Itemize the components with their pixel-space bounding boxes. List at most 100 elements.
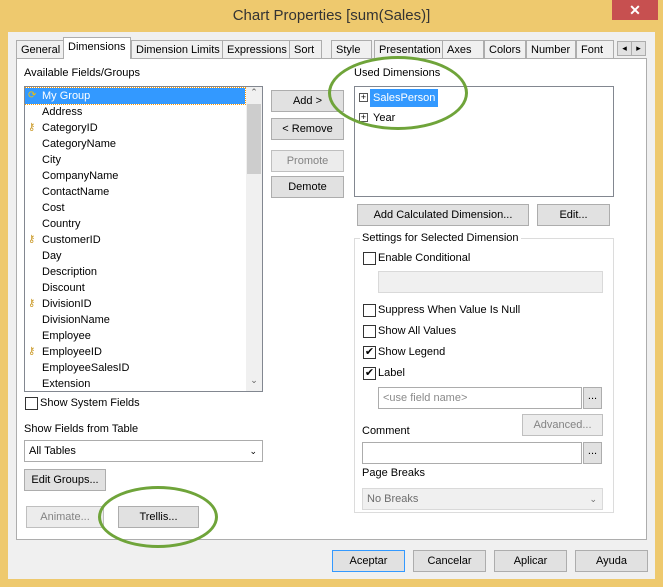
advanced-button[interactable]: Advanced... — [522, 414, 603, 436]
field-item[interactable]: Address — [25, 104, 245, 120]
field-item-label: EmployeeID — [42, 346, 102, 358]
field-item[interactable]: Cost — [25, 200, 245, 216]
scroll-up-icon[interactable]: ⌃ — [246, 87, 262, 103]
demote-button[interactable]: Demote — [271, 176, 344, 198]
tab-font[interactable]: Font — [576, 40, 614, 58]
field-item-label: Cost — [42, 202, 65, 214]
page-breaks-label: Page Breaks — [362, 467, 425, 479]
cancel-button[interactable]: Cancelar — [413, 550, 486, 572]
tab-dimension-limits[interactable]: Dimension Limits — [131, 40, 225, 58]
field-item-label: ContactName — [42, 186, 110, 198]
field-item[interactable]: CategoryName — [25, 136, 245, 152]
field-item[interactable]: ⟳ My Group — [25, 87, 246, 105]
apply-button[interactable]: Aplicar — [494, 550, 567, 572]
field-item[interactable]: ⚷ CustomerID — [25, 232, 245, 248]
scroll-down-icon[interactable]: ⌄ — [246, 375, 262, 391]
help-button[interactable]: Ayuda — [575, 550, 648, 572]
tab-general[interactable]: General — [16, 40, 66, 58]
field-item-label: Employee — [42, 330, 91, 342]
comment-ellipsis-button[interactable]: ... — [583, 442, 602, 464]
comment-label: Comment — [362, 425, 410, 437]
field-item-label: DivisionID — [42, 298, 92, 310]
field-item-label: CompanyName — [42, 170, 119, 182]
show-system-fields-checkbox[interactable] — [25, 397, 38, 410]
tab-scroll-left[interactable]: ◂ — [617, 41, 632, 56]
label-input[interactable]: <use field name> — [378, 387, 582, 409]
enable-conditional-label: Enable Conditional — [378, 252, 471, 264]
tab-sort[interactable]: Sort — [289, 40, 322, 58]
key-icon: ⚷ — [28, 346, 36, 357]
field-item-label: Discount — [42, 282, 85, 294]
available-fields-label: Available Fields/Groups — [24, 67, 140, 79]
enable-conditional-checkbox[interactable] — [363, 252, 376, 265]
comment-input[interactable] — [362, 442, 582, 464]
tab-dimensions[interactable]: Dimensions — [63, 37, 131, 59]
tab-number[interactable]: Number — [526, 40, 576, 58]
field-item[interactable]: DivisionName — [25, 312, 245, 328]
show-all-values-label: Show All Values — [378, 325, 457, 337]
field-item[interactable]: Day — [25, 248, 245, 264]
label-ellipsis-button[interactable]: ... — [583, 387, 602, 409]
show-fields-select[interactable]: All Tables ⌄ — [24, 440, 263, 462]
label-checkbox[interactable]: ✔ — [363, 367, 376, 380]
label-label: Label — [378, 367, 405, 379]
field-item[interactable]: ⚷ DivisionID — [25, 296, 245, 312]
tab-expressions[interactable]: Expressions — [222, 40, 292, 58]
page-breaks-value: No Breaks — [367, 493, 419, 505]
tab-scroll-right[interactable]: ▸ — [631, 41, 646, 56]
field-item-label: City — [42, 154, 61, 166]
available-fields-list[interactable]: ⌃ ⌄ ⟳ My Group Address ⚷ CategoryID CategoryN… — [24, 86, 263, 392]
show-fields-label: Show Fields from Table — [24, 423, 139, 435]
ok-button[interactable]: Aceptar — [332, 550, 405, 572]
show-system-fields-label: Show System Fields — [40, 397, 140, 409]
window-title: Chart Properties [sum(Sales)] — [232, 7, 431, 24]
field-item-label: My Group — [42, 90, 91, 102]
tab-presentation[interactable]: Presentation — [374, 40, 446, 58]
tab-colors[interactable]: Colors — [484, 40, 526, 58]
scrollbar[interactable]: ⌃ ⌄ — [246, 87, 262, 391]
chevron-down-icon: ⌄ — [589, 494, 597, 504]
show-fields-value: All Tables — [29, 445, 76, 457]
field-item[interactable]: City — [25, 152, 245, 168]
field-item-label: Day — [42, 250, 62, 262]
field-item-label: Extension — [42, 378, 91, 390]
field-item[interactable]: ContactName — [25, 184, 245, 200]
conditional-input[interactable] — [378, 271, 603, 293]
key-icon: ⚷ — [28, 122, 36, 133]
tab-style[interactable]: Style — [331, 40, 372, 58]
field-item[interactable]: Extension — [25, 376, 245, 391]
settings-title: Settings for Selected Dimension — [360, 232, 521, 244]
key-icon: ⚷ — [28, 298, 36, 309]
page-breaks-select[interactable]: No Breaks ⌄ — [362, 488, 603, 510]
field-item-label: DivisionName — [42, 314, 110, 326]
animate-button[interactable]: Animate... — [26, 506, 104, 528]
promote-button[interactable]: Promote — [271, 150, 344, 172]
add-calculated-dimension-button[interactable]: Add Calculated Dimension... — [357, 204, 529, 226]
field-item-label: Description — [42, 266, 98, 278]
chevron-down-icon: ⌄ — [249, 446, 257, 456]
field-item-label: Country — [42, 218, 81, 230]
field-item[interactable]: ⚷ CategoryID — [25, 120, 245, 136]
suppress-null-checkbox[interactable] — [363, 304, 376, 317]
remove-button[interactable]: < Remove — [271, 118, 344, 140]
show-all-values-checkbox[interactable] — [363, 325, 376, 338]
field-item[interactable]: Country — [25, 216, 245, 232]
tab-axes[interactable]: Axes — [442, 40, 484, 58]
edit-groups-button[interactable]: Edit Groups... — [24, 469, 106, 491]
scroll-thumb[interactable] — [247, 104, 261, 174]
field-item[interactable]: Discount — [25, 280, 245, 296]
group-icon: ⟳ — [28, 90, 37, 101]
field-item[interactable]: Employee — [25, 328, 245, 344]
field-item-label: CategoryName — [42, 138, 116, 150]
field-item-label: EmployeeSalesID — [42, 362, 130, 374]
highlight-ellipse — [98, 486, 218, 548]
field-item[interactable]: Description — [25, 264, 245, 280]
show-legend-checkbox[interactable]: ✔ — [363, 346, 376, 359]
close-button[interactable]: ✕ — [612, 0, 658, 20]
field-item[interactable]: EmployeeSalesID — [25, 360, 245, 376]
field-item[interactable]: ⚷ EmployeeID — [25, 344, 245, 360]
edit-button[interactable]: Edit... — [537, 204, 610, 226]
field-item[interactable]: CompanyName — [25, 168, 245, 184]
suppress-null-label: Suppress When Value Is Null — [378, 304, 521, 316]
key-icon: ⚷ — [28, 234, 36, 245]
